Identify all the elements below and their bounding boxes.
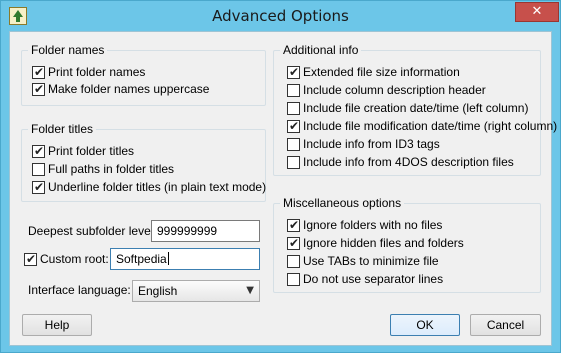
title-bar[interactable]: Advanced Options ✕	[1, 1, 560, 31]
folder-titles-group-title: Folder titles	[28, 122, 97, 136]
deepest-level-input[interactable]: 999999999	[151, 220, 260, 242]
dialog-window: Advanced Options ✕ Folder names ✔ Print …	[0, 0, 561, 353]
folder-names-group: Folder names ✔ Print folder names ✔ Make…	[21, 43, 266, 106]
check-icon: ✔	[34, 65, 45, 79]
checkbox-label: Include info from ID3 tags	[303, 137, 440, 151]
checkbox-label: Use TABs to minimize file	[303, 254, 439, 268]
checkbox-label: Print folder names	[48, 65, 146, 79]
checkbox-label: Underline folder titles (in plain text m…	[48, 180, 267, 194]
check-icon: ✔	[289, 65, 300, 79]
dialog-client-area: Folder names ✔ Print folder names ✔ Make…	[9, 31, 557, 346]
ok-button[interactable]: OK	[390, 314, 460, 336]
custom-root-input[interactable]: Softpedia	[110, 248, 260, 270]
cancel-button[interactable]: Cancel	[470, 314, 541, 336]
folder-titles-group: Folder titles ✔ Print folder titles Full…	[21, 122, 267, 202]
interface-language-select[interactable]: English ▼	[132, 280, 260, 302]
checkbox-box[interactable]: ✔	[24, 252, 37, 266]
misc-options-group-title: Miscellaneous options	[280, 196, 405, 210]
check-icon: ✔	[289, 218, 300, 232]
checkbox-box[interactable]: ✔	[32, 180, 45, 194]
misc-options-group: Miscellaneous options ✔ Ignore folders w…	[273, 196, 541, 293]
help-button[interactable]: Help	[22, 314, 92, 336]
checkbox-box[interactable]	[287, 84, 300, 97]
checkbox-label: Include column description header	[303, 83, 486, 97]
checkbox-box[interactable]	[287, 156, 300, 169]
checkbox-box[interactable]	[32, 163, 45, 176]
additional-info-group-title: Additional info	[280, 43, 362, 57]
check-icon: ✔	[34, 82, 45, 96]
checkbox-box[interactable]: ✔	[287, 218, 300, 232]
checkbox-label: Include info from 4DOS description files	[303, 155, 514, 169]
checkbox-label: Ignore folders with no files	[303, 218, 443, 232]
checkbox-box[interactable]	[287, 102, 300, 115]
checkbox-label: Extended file size information	[303, 65, 460, 79]
check-icon: ✔	[26, 252, 37, 266]
checkbox-box[interactable]	[287, 255, 300, 268]
additional-info-group: Additional info ✔ Extended file size inf…	[273, 43, 557, 176]
close-button[interactable]: ✕	[515, 2, 559, 22]
custom-root-value: Softpedia	[116, 252, 167, 266]
checkbox-box[interactable]: ✔	[287, 119, 300, 133]
checkbox-label: Include file modification date/time (rig…	[303, 119, 558, 133]
text-caret	[167, 252, 169, 265]
window-title: Advanced Options	[212, 7, 349, 25]
chevron-down-icon: ▼	[246, 285, 254, 296]
check-icon: ✔	[289, 119, 300, 133]
custom-root-label: Custom root:	[40, 252, 109, 266]
checkbox-box[interactable]: ✔	[287, 236, 300, 250]
interface-language-value: English	[138, 284, 178, 298]
checkbox-label: Print folder titles	[48, 144, 135, 158]
deepest-level-label: Deepest subfolder level:	[28, 224, 157, 238]
checkbox-box[interactable]	[287, 273, 300, 286]
checkbox-box[interactable]: ✔	[32, 82, 45, 96]
checkbox-label: Include file creation date/time (left co…	[303, 101, 529, 115]
checkbox-box[interactable]: ✔	[32, 144, 45, 158]
checkbox-box[interactable]: ✔	[32, 65, 45, 79]
check-icon: ✔	[34, 180, 45, 194]
checkbox-box[interactable]	[287, 138, 300, 151]
interface-language-label: Interface language:	[28, 283, 131, 297]
checkbox-label: Full paths in folder titles	[48, 162, 175, 176]
checkbox-box[interactable]: ✔	[287, 65, 300, 79]
checkbox-label: Make folder names uppercase	[48, 82, 210, 96]
checkbox-label: Do not use separator lines	[303, 272, 444, 286]
check-icon: ✔	[34, 144, 45, 158]
folder-names-group-title: Folder names	[28, 43, 108, 57]
check-icon: ✔	[289, 236, 300, 250]
checkbox-label: Ignore hidden files and folders	[303, 236, 464, 250]
